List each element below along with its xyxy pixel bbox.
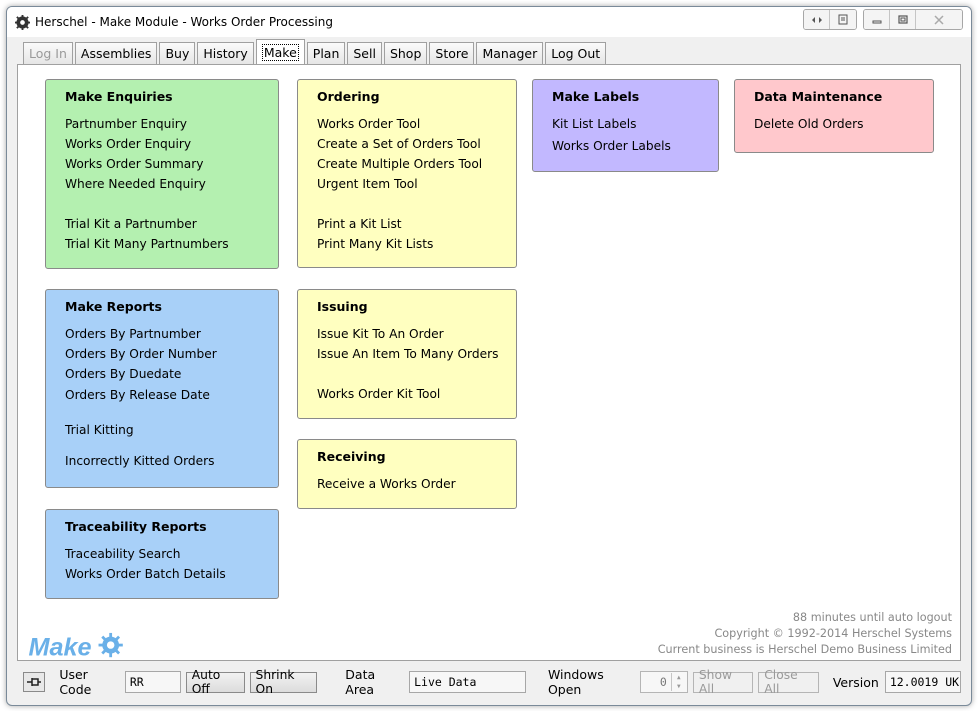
herschel-cog-icon (15, 15, 30, 30)
data-area-field[interactable]: Live Data (409, 671, 526, 693)
tab-make[interactable]: Make (255, 39, 305, 64)
make-reports-box: Make Reports Orders By Partnumber Orders… (45, 289, 279, 488)
windows-open-label: Windows Open (547, 667, 604, 697)
show-all-button[interactable]: Show All (692, 668, 754, 696)
menu-item-partnumber-enquiry[interactable]: Partnumber Enquiry (65, 114, 278, 134)
menu-item-orders-by-partnumber[interactable]: Orders By Partnumber (65, 324, 278, 344)
menu-item-create-multiple-orders[interactable]: Create Multiple Orders Tool (317, 154, 516, 174)
module-tabs: Log In Assemblies Buy History Make Plan … (23, 39, 608, 64)
menu-item-where-needed-enquiry[interactable]: Where Needed Enquiry (65, 174, 278, 194)
minimize-icon[interactable] (864, 10, 890, 29)
menu-item-works-order-summary[interactable]: Works Order Summary (65, 154, 278, 174)
section-title: Make Enquiries (65, 89, 173, 104)
tab-log-out[interactable]: Log Out (545, 42, 607, 64)
user-code-label: User Code (59, 667, 92, 697)
tab-shop[interactable]: Shop (383, 42, 428, 64)
menu-item-delete-old-orders[interactable]: Delete Old Orders (754, 114, 933, 134)
menu-item-works-order-batch-details[interactable]: Works Order Batch Details (65, 564, 278, 584)
tab-log-in[interactable]: Log In (23, 42, 73, 64)
section-title: Ordering (317, 89, 380, 104)
make-enquiries-box: Make Enquiries Partnumber Enquiry Works … (45, 79, 279, 269)
window-title: Herschel - Make Module - Works Order Pro… (35, 15, 333, 29)
main-window: Herschel - Make Module - Works Order Pro… (6, 6, 972, 706)
menu-item-print-many-kit-lists[interactable]: Print Many Kit Lists (317, 234, 516, 254)
menu-item-urgent-item-tool[interactable]: Urgent Item Tool (317, 174, 516, 194)
close-icon[interactable] (916, 10, 962, 29)
menu-item-orders-by-duedate[interactable]: Orders By Duedate (65, 364, 278, 384)
pin-icon[interactable] (23, 672, 46, 692)
logo-text: Make (29, 633, 92, 660)
tab-store[interactable]: Store (429, 42, 475, 64)
shrink-on-button[interactable]: Shrink On (249, 668, 318, 696)
issuing-box: Issuing Issue Kit To An Order Issue An I… (297, 289, 517, 419)
menu-item-orders-by-order-number[interactable]: Orders By Order Number (65, 344, 278, 364)
menu-item-create-set-orders[interactable]: Create a Set of Orders Tool (317, 134, 516, 154)
version-label: Version (832, 674, 879, 690)
menu-item-print-kit-list[interactable]: Print a Kit List (317, 214, 516, 234)
menu-item-works-order-kit-tool[interactable]: Works Order Kit Tool (317, 384, 516, 404)
make-logo: Make (29, 632, 123, 660)
bottom-toolbar: User Code RR Auto Off Shrink On Data Are… (17, 667, 962, 697)
resize-arrows-icon[interactable] (804, 10, 830, 29)
data-maintenance-box: Data Maintenance Delete Old Orders (734, 79, 934, 153)
section-title: Receiving (317, 449, 386, 464)
menu-item-orders-by-release-date[interactable]: Orders By Release Date (65, 385, 278, 405)
section-title: Make Labels (552, 89, 640, 104)
menu-item-kit-list-labels[interactable]: Kit List Labels (552, 114, 718, 134)
version-field: 12.0019 UK (884, 671, 962, 693)
status-lines: 88 minutes until auto logout Copyright ©… (658, 610, 952, 658)
logo-gear-icon (98, 632, 123, 658)
menu-item-trial-kit-many[interactable]: Trial Kit Many Partnumbers (65, 234, 278, 254)
receiving-box: Receiving Receive a Works Order (297, 439, 517, 509)
copyright-text: Copyright © 1992-2014 Herschel Systems (714, 627, 952, 640)
windows-open-stepper[interactable]: 0 ▲ ▼ (640, 671, 688, 693)
tab-history[interactable]: History (197, 42, 254, 64)
tab-sell[interactable]: Sell (347, 42, 382, 64)
make-panel: Make Enquiries Partnumber Enquiry Works … (17, 64, 961, 661)
menu-item-issue-item-many-orders[interactable]: Issue An Item To Many Orders (317, 344, 516, 364)
auto-off-button[interactable]: Auto Off (185, 668, 245, 696)
menu-item-trial-kit-partnumber[interactable]: Trial Kit a Partnumber (65, 214, 278, 234)
data-area-label: Data Area (345, 667, 376, 697)
menu-item-works-order-tool[interactable]: Works Order Tool (317, 114, 516, 134)
traceability-reports-box: Traceability Reports Traceability Search… (45, 509, 279, 599)
section-title: Make Reports (65, 299, 162, 314)
ordering-box: Ordering Works Order Tool Create a Set o… (297, 79, 517, 268)
user-code-field[interactable]: RR (124, 671, 181, 693)
tab-plan[interactable]: Plan (306, 42, 346, 64)
tab-manager[interactable]: Manager (476, 42, 544, 64)
make-labels-box: Make Labels Kit List Labels Works Order … (532, 79, 719, 172)
section-title: Traceability Reports (65, 519, 207, 534)
copy-window-icon[interactable] (830, 10, 856, 29)
menu-item-trial-kitting[interactable]: Trial Kitting (65, 420, 278, 440)
auto-logout-text: 88 minutes until auto logout (792, 611, 952, 624)
menu-item-incorrectly-kitted[interactable]: Incorrectly Kitted Orders (65, 451, 278, 471)
menu-item-works-order-enquiry[interactable]: Works Order Enquiry (65, 134, 278, 154)
business-text: Current business is Herschel Demo Busine… (657, 643, 952, 656)
menu-item-issue-kit-to-order[interactable]: Issue Kit To An Order (317, 324, 516, 344)
tab-assemblies[interactable]: Assemblies (74, 42, 158, 64)
tab-buy[interactable]: Buy (159, 42, 196, 64)
maximize-icon[interactable] (890, 10, 916, 29)
title-bar: Herschel - Make Module - Works Order Pro… (7, 7, 971, 37)
section-title: Issuing (317, 299, 368, 314)
close-all-button[interactable]: Close All (758, 668, 819, 696)
menu-item-receive-works-order[interactable]: Receive a Works Order (317, 474, 516, 494)
section-title: Data Maintenance (754, 89, 883, 104)
stepper-arrows-icon[interactable]: ▲ ▼ (670, 673, 686, 691)
menu-item-works-order-labels[interactable]: Works Order Labels (552, 136, 718, 156)
menu-item-traceability-search[interactable]: Traceability Search (65, 544, 278, 564)
